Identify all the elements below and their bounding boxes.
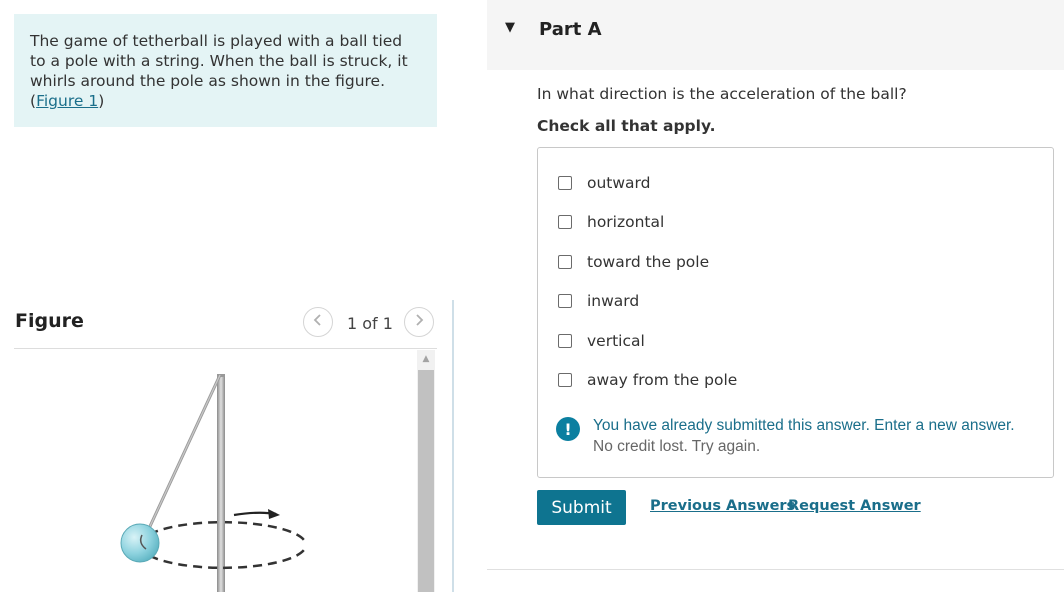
tetherball-illustration [120,374,308,594]
option-outward[interactable]: outward [558,172,651,194]
left-pane: The game of tetherball is played with a … [0,0,452,594]
checkbox[interactable] [558,255,572,269]
option-label: vertical [587,332,645,350]
figure-header: Figure 1 of 1 [14,306,437,348]
option-inward[interactable]: inward [558,290,639,312]
next-figure-button[interactable] [404,307,434,337]
previous-answers-link[interactable]: Previous Answers [650,498,795,514]
figure-image [14,349,417,594]
option-label: inward [587,292,640,310]
option-toward-the-pole[interactable]: toward the pole [558,251,709,273]
checkbox[interactable] [558,294,572,308]
option-horizontal[interactable]: horizontal [558,211,664,233]
section-divider [487,569,1064,570]
option-away-from-the-pole[interactable]: away from the pole [558,369,737,391]
part-header[interactable]: ▼ Part A [487,0,1064,70]
option-label: away from the pole [587,371,738,389]
option-label: horizontal [587,213,665,231]
checkbox[interactable] [558,176,572,190]
scroll-up-arrow-icon[interactable]: ▲ [417,350,435,368]
option-label: outward [587,174,651,192]
option-label: toward the pole [587,253,710,271]
checkbox[interactable] [558,373,572,387]
caret-down-icon[interactable]: ▼ [505,20,515,35]
request-answer-link[interactable]: Request Answer [788,498,921,514]
problem-intro: The game of tetherball is played with a … [14,14,437,127]
figure-page-indicator: 1 of 1 [347,314,393,333]
feedback-sub-text: No credit lost. Try again. [593,438,761,455]
exclamation-circle-icon: ! [556,417,580,441]
scroll-thumb[interactable] [418,370,434,592]
chevron-left-icon [313,313,323,331]
part-title: Part A [539,19,602,40]
chevron-right-icon [414,313,424,331]
figure-link[interactable]: Figure 1 [36,92,98,110]
checkbox[interactable] [558,334,572,348]
feedback-main-text: You have already submitted this answer. … [593,417,1015,434]
intro-text: The game of tetherball is played with a … [30,32,408,90]
figure-title: Figure [15,310,84,332]
figure-scrollbar[interactable]: ▲ [417,350,435,592]
option-vertical[interactable]: vertical [558,330,645,352]
question-text: In what direction is the acceleration of… [537,85,907,103]
question-instruction: Check all that apply. [537,117,716,135]
previous-figure-button[interactable] [303,307,333,337]
pane-divider [452,300,454,592]
answer-options: outward horizontal toward the pole inwar… [537,147,1054,478]
intro-paren-close: ) [98,92,105,110]
checkbox[interactable] [558,215,572,229]
submit-button[interactable]: Submit [537,490,626,525]
